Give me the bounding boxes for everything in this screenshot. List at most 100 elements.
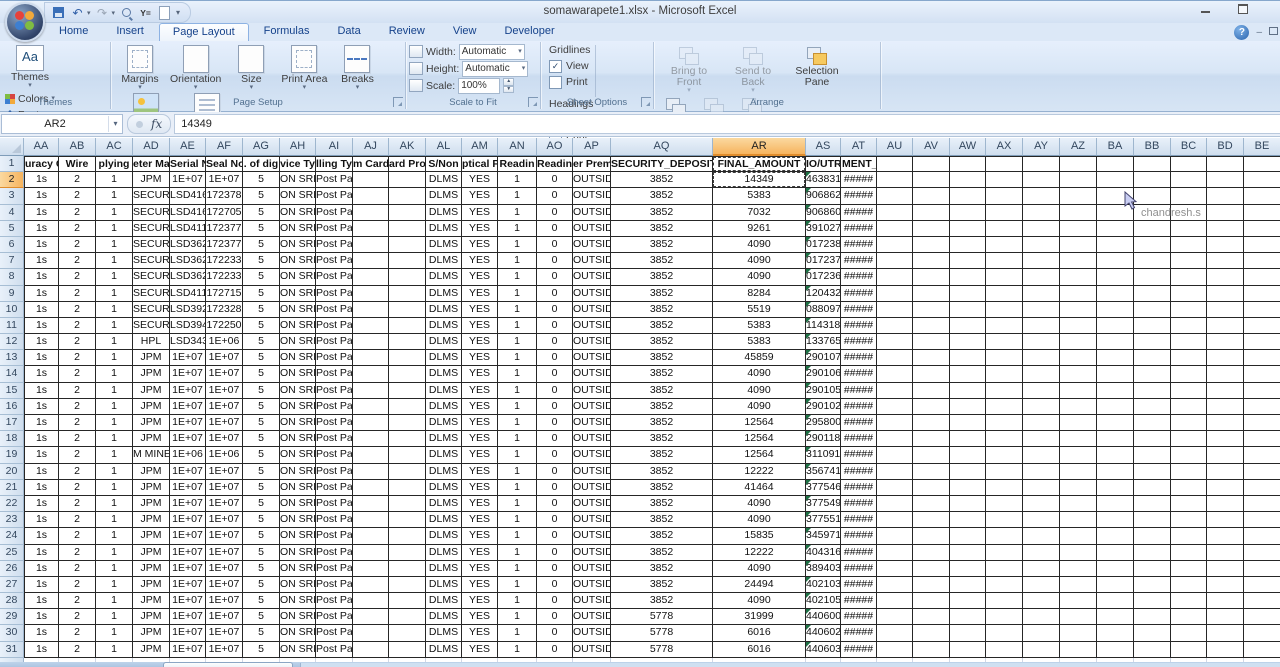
grid-cell[interactable]: ##### — [841, 528, 877, 544]
grid-cell[interactable]: 5 — [243, 366, 280, 382]
grid-cell[interactable]: ##### — [841, 286, 877, 302]
grid-cell[interactable]: ON SRP — [280, 253, 316, 269]
grid-cell[interactable]: 2 — [59, 188, 96, 204]
grid-cell[interactable]: 3852 — [611, 318, 713, 334]
grid-cell[interactable]: Reading — [537, 156, 573, 172]
grid-cell[interactable]: 0 — [537, 593, 573, 609]
grid-cell[interactable]: Post Paid — [316, 334, 353, 350]
grid-cell[interactable]: 5383 — [713, 188, 806, 204]
grid-cell[interactable]: DLMS — [426, 237, 462, 253]
grid-cell[interactable] — [1134, 334, 1171, 350]
grid-cell[interactable] — [1134, 447, 1171, 463]
grid-cell[interactable] — [1023, 593, 1060, 609]
grid-cell[interactable]: 1s — [24, 528, 59, 544]
grid-cell[interactable]: 6016 — [713, 625, 806, 641]
grid-cell[interactable]: YES — [462, 480, 498, 496]
grid-cell[interactable]: 1 — [96, 318, 133, 334]
grid-cell[interactable]: ##### — [841, 609, 877, 625]
column-header-BC[interactable]: BC — [1171, 138, 1207, 156]
grid-cell[interactable]: ON SRP — [280, 480, 316, 496]
row-header-26[interactable]: 26 — [0, 561, 24, 577]
grid-cell[interactable]: Readin — [498, 156, 537, 172]
grid-cell[interactable] — [950, 496, 986, 512]
grid-cell[interactable]: 5 — [243, 561, 280, 577]
grid-cell[interactable] — [1134, 269, 1171, 285]
grid-cell[interactable]: 133765 — [806, 334, 841, 350]
column-header-AN[interactable]: AN — [498, 138, 537, 156]
grid-cell[interactable]: 2 — [59, 447, 96, 463]
grid-cell[interactable]: 1s — [24, 609, 59, 625]
grid-cell[interactable]: 1s — [24, 593, 59, 609]
grid-cell[interactable] — [389, 561, 426, 577]
grid-cell[interactable] — [353, 528, 389, 544]
grid-cell[interactable] — [913, 545, 950, 561]
grid-cell[interactable]: Post Paid — [316, 480, 353, 496]
grid-cell[interactable] — [950, 221, 986, 237]
grid-cell[interactable] — [877, 545, 913, 561]
grid-cell[interactable] — [1060, 205, 1097, 221]
grid-cell[interactable]: DLMS — [426, 383, 462, 399]
grid-cell[interactable]: OUTSIDE — [573, 172, 611, 188]
grid-cell[interactable]: ON SRP — [280, 334, 316, 350]
grid-cell[interactable]: 5 — [243, 205, 280, 221]
grid-cell[interactable]: 24494 — [713, 577, 806, 593]
office-button[interactable] — [5, 2, 45, 42]
grid-cell[interactable]: YES — [462, 269, 498, 285]
grid-cell[interactable]: 389403 — [806, 561, 841, 577]
grid-cell[interactable] — [1097, 221, 1134, 237]
grid-cell[interactable]: ON SRP — [280, 188, 316, 204]
grid-cell[interactable] — [913, 447, 950, 463]
grid-cell[interactable]: 3852 — [611, 447, 713, 463]
name-box[interactable]: AR2 ▾ — [1, 114, 123, 134]
gridlines-print-checkbox[interactable]: Print — [549, 74, 590, 90]
grid-cell[interactable] — [1023, 221, 1060, 237]
grid-cell[interactable]: 3852 — [611, 383, 713, 399]
grid-cell[interactable]: 2 — [59, 172, 96, 188]
grid-cell[interactable]: 4090 — [713, 269, 806, 285]
grid-cell[interactable]: Post Paid — [316, 366, 353, 382]
column-header-AU[interactable]: AU — [877, 138, 913, 156]
grid-cell[interactable]: 1E+07 — [206, 593, 243, 609]
grid-cell[interactable]: 4090 — [713, 383, 806, 399]
grid-cell[interactable]: 290118 — [806, 431, 841, 447]
grid-cell[interactable]: Wire — [59, 156, 96, 172]
grid-cell[interactable] — [986, 172, 1023, 188]
grid-cell[interactable] — [1207, 205, 1244, 221]
grid-cell[interactable] — [1207, 642, 1244, 658]
grid-cell[interactable]: JPM — [133, 528, 170, 544]
grid-cell[interactable]: 2 — [59, 350, 96, 366]
grid-cell[interactable]: ard Pro — [389, 156, 426, 172]
grid-cell[interactable]: YES — [462, 253, 498, 269]
grid-cell[interactable] — [1134, 512, 1171, 528]
grid-cell[interactable] — [1097, 253, 1134, 269]
grid-cell[interactable] — [1097, 318, 1134, 334]
grid-cell[interactable] — [877, 609, 913, 625]
grid-cell[interactable] — [1207, 625, 1244, 641]
grid-cell[interactable] — [353, 642, 389, 658]
grid-cell[interactable]: SECURE — [133, 205, 170, 221]
grid-cell[interactable]: 1E+07 — [170, 480, 206, 496]
grid-cell[interactable]: 0 — [537, 480, 573, 496]
grid-cell[interactable] — [389, 415, 426, 431]
grid-cell[interactable] — [950, 302, 986, 318]
grid-cell[interactable] — [877, 577, 913, 593]
grid-cell[interactable]: SECURE — [133, 302, 170, 318]
grid-cell[interactable]: 1 — [96, 642, 133, 658]
grid-cell[interactable] — [1171, 480, 1207, 496]
row-header-24[interactable]: 24 — [0, 528, 24, 544]
grid-cell[interactable]: Post Paid — [316, 528, 353, 544]
grid-cell[interactable]: 5 — [243, 172, 280, 188]
grid-cell[interactable]: eter Ma — [133, 156, 170, 172]
grid-cell[interactable] — [1097, 350, 1134, 366]
grid-cell[interactable]: 5383 — [713, 318, 806, 334]
grid-cell[interactable]: 1 — [96, 545, 133, 561]
grid-cell[interactable]: ##### — [841, 334, 877, 350]
grid-cell[interactable]: JPM — [133, 593, 170, 609]
themes-button[interactable]: Aa Themes▾ — [3, 43, 57, 89]
grid-cell[interactable]: er Prem — [573, 156, 611, 172]
grid-cell[interactable]: 0 — [537, 431, 573, 447]
grid-cell[interactable]: 1E+07 — [170, 545, 206, 561]
grid-cell[interactable]: YES — [462, 383, 498, 399]
grid-cell[interactable]: ON SRP — [280, 302, 316, 318]
grid-cell[interactable]: 172377 — [206, 221, 243, 237]
